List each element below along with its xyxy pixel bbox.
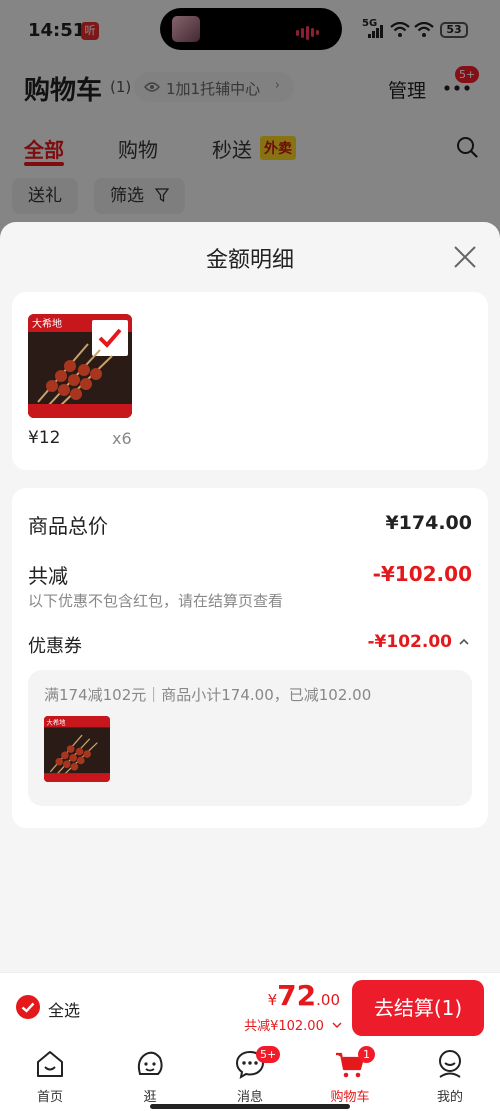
profile-icon bbox=[439, 1050, 461, 1078]
total-value: ¥174.00 bbox=[385, 512, 472, 534]
nav-item-home[interactable]: 首页 bbox=[10, 1048, 90, 1105]
nav-label-messages: 消息 bbox=[236, 1090, 263, 1105]
nav-label-me: 我的 bbox=[436, 1090, 463, 1105]
nav-label-home: 首页 bbox=[36, 1090, 63, 1105]
product-image[interactable]: 大希地 bbox=[28, 314, 132, 418]
nav-label-cart: 购物车 bbox=[330, 1090, 370, 1105]
coupon-thumbnail-graphic: 大希地 bbox=[44, 716, 110, 782]
browse-icon bbox=[137, 1051, 163, 1075]
select-all-label[interactable]: 全选 bbox=[48, 997, 80, 1021]
chevron-up-icon[interactable] bbox=[458, 636, 470, 648]
nav-item-me[interactable]: 我的 bbox=[410, 1048, 490, 1105]
nav-item-messages[interactable]: 5+ 消息 bbox=[210, 1046, 290, 1105]
home-indicator bbox=[150, 1104, 350, 1109]
saving-text: 共减¥102.00 bbox=[244, 1019, 324, 1034]
amount-detail-sheet: 金额明细 大希地 ¥12 x6 商品总价 ¥174.00 共减 -¥102.00… bbox=[0, 222, 500, 972]
cart-badge: 1 bbox=[358, 1046, 375, 1063]
total-price: ¥72.00 bbox=[268, 979, 340, 1012]
discount-value: -¥102.00 bbox=[372, 562, 472, 586]
product-quantity: x6 bbox=[112, 429, 132, 448]
price-breakdown-card: 商品总价 ¥174.00 共减 -¥102.00 以下优惠不包含红包，请在结算页… bbox=[12, 488, 488, 828]
total-integer: 72 bbox=[277, 979, 317, 1012]
close-icon[interactable] bbox=[452, 244, 478, 270]
checkout-bar: 全选 ¥72.00 共减¥102.00 去结算(1) bbox=[0, 972, 500, 1042]
total-decimal: .00 bbox=[316, 991, 340, 1009]
discount-note: 以下优惠不包含红包，请在结算页查看 bbox=[28, 592, 284, 610]
nav-item-browse[interactable]: 逛 bbox=[110, 1048, 190, 1105]
chevron-down-icon bbox=[332, 1022, 342, 1028]
discount-label: 共减 bbox=[28, 564, 68, 588]
saving-summary[interactable]: 共减¥102.00 bbox=[244, 1015, 342, 1034]
brand-caption: 大希地 bbox=[32, 317, 62, 330]
total-label: 商品总价 bbox=[28, 514, 108, 538]
nav-label-browse: 逛 bbox=[143, 1090, 157, 1105]
product-price: ¥12 bbox=[28, 428, 61, 448]
checkout-button[interactable]: 去结算(1) bbox=[352, 980, 484, 1036]
messages-badge: 5+ bbox=[256, 1046, 281, 1063]
product-card: 大希地 ¥12 x6 bbox=[12, 292, 488, 470]
nav-item-cart[interactable]: 1 购物车 bbox=[310, 1046, 390, 1105]
coupon-label: 优惠券 bbox=[28, 636, 82, 657]
coupon-value[interactable]: -¥102.00 bbox=[368, 632, 453, 652]
currency-symbol: ¥ bbox=[267, 991, 278, 1009]
coupon-description: 满174减102元｜商品小计174.00，已减102.00 bbox=[44, 686, 372, 704]
coupon-product-image: 大希地 bbox=[44, 716, 110, 782]
sheet-title: 金额明细 bbox=[205, 248, 294, 273]
home-icon bbox=[37, 1051, 63, 1077]
checkbox-checked-icon[interactable] bbox=[16, 995, 40, 1019]
coupon-detail-box: 满174减102元｜商品小计174.00，已减102.00 大希地 bbox=[28, 670, 472, 806]
bottom-nav: 首页 逛 5+ 消息 1 购物车 我的 bbox=[0, 1042, 500, 1111]
product-thumbnail-graphic: 大希地 bbox=[28, 314, 132, 418]
